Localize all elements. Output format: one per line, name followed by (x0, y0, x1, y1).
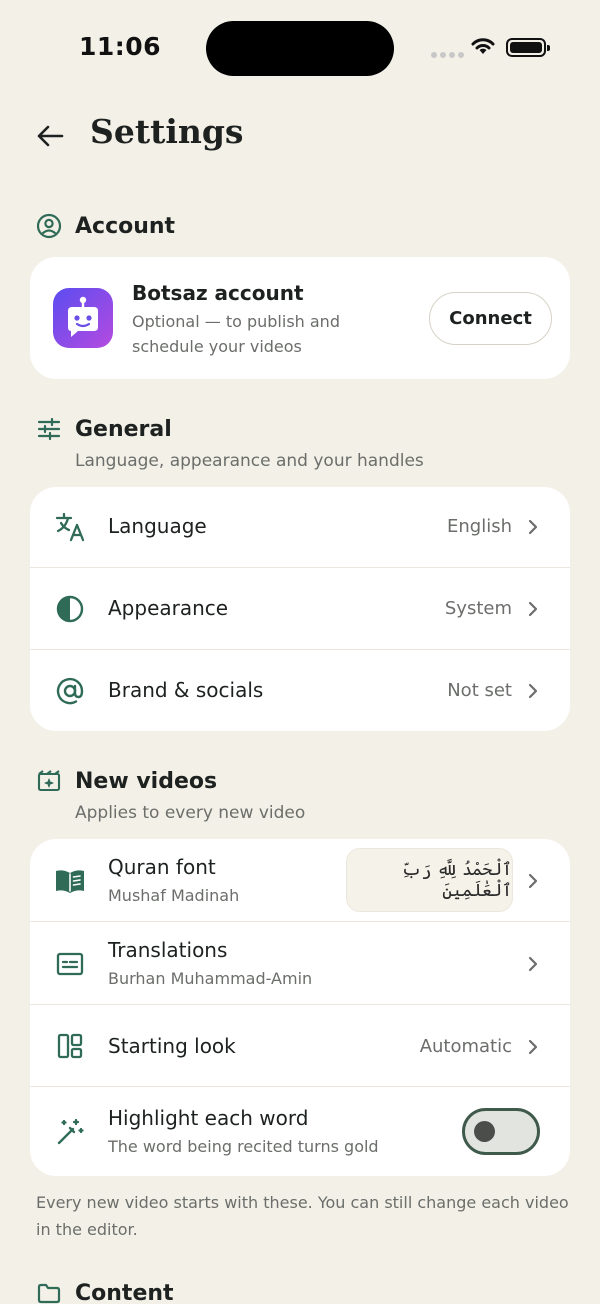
section-subtitle: Language, appearance and your handles (75, 451, 424, 471)
robot-avatar-icon (53, 288, 113, 348)
arrow-left-icon (37, 125, 64, 147)
contrast-icon (54, 593, 86, 625)
row-label: Quran font (108, 855, 216, 879)
quran-font-row[interactable]: Quran font Mushaf Madinah ٱلْحَمْدُ لِلَ… (30, 839, 570, 922)
connect-button[interactable]: Connect (429, 292, 552, 345)
row-label: Language (108, 514, 207, 538)
section-content: Content (36, 1280, 174, 1304)
back-button[interactable] (30, 116, 70, 156)
general-card: Language English Appearance System Brand… (30, 487, 570, 731)
section-title: Content (75, 1280, 174, 1304)
section-new-videos: New videos (36, 768, 217, 794)
page-title: Settings (90, 112, 244, 151)
signal-icon (431, 52, 464, 58)
sliders-icon (36, 416, 62, 442)
account-card: Botsaz account Optional — to publish and… (30, 257, 570, 379)
open-book-icon (54, 865, 86, 897)
chevron-right-icon (526, 681, 540, 701)
chevron-right-icon (526, 517, 540, 537)
row-label: Appearance (108, 596, 229, 620)
subtitles-icon (54, 948, 86, 980)
video-sparkle-icon (36, 768, 62, 794)
section-subtitle: Applies to every new video (75, 803, 306, 823)
layout-icon (54, 1030, 86, 1062)
row-label: Highlight each word (108, 1106, 309, 1130)
user-circle-icon (36, 213, 62, 239)
account-title: Botsaz account (132, 281, 304, 305)
folder-icon (36, 1280, 62, 1304)
translations-row[interactable]: Translations Burhan Muhammad-Amin (30, 922, 570, 1005)
starting-look-row[interactable]: Starting look Automatic (30, 1005, 570, 1087)
account-subtitle: Optional — to publish and schedule your … (132, 312, 340, 356)
brand-socials-row[interactable]: Brand & socials Not set (30, 650, 570, 731)
section-title: New videos (75, 768, 218, 794)
section-title: Account (75, 213, 176, 239)
chevron-right-icon (526, 599, 540, 619)
highlight-toggle[interactable] (462, 1108, 540, 1155)
wifi-icon (470, 36, 496, 60)
section-title: General (75, 416, 172, 442)
row-label: Starting look (108, 1034, 236, 1058)
chevron-right-icon (526, 1037, 540, 1057)
row-value: Not set (447, 680, 512, 701)
section-general: General (36, 416, 172, 442)
section-account: Account (36, 213, 175, 239)
row-sublabel: Mushaf Madinah (108, 886, 240, 905)
battery-icon (506, 38, 550, 57)
row-value: System (444, 598, 512, 619)
row-sublabel: Burhan Muhammad-Amin (108, 969, 313, 988)
row-value: Automatic (419, 1036, 512, 1057)
status-bar: 11:06 (0, 0, 600, 96)
chevron-right-icon (526, 954, 540, 974)
row-label: Brand & socials (108, 678, 264, 702)
status-time: 11:06 (79, 32, 162, 61)
chevron-right-icon (526, 871, 540, 891)
toggle-knob (474, 1121, 495, 1142)
row-value: English (447, 516, 512, 537)
dynamic-island (206, 21, 394, 76)
magic-wand-icon (54, 1116, 86, 1148)
row-sublabel: The word being recited turns gold (108, 1137, 379, 1156)
appearance-row[interactable]: Appearance System (30, 568, 570, 650)
row-label: Translations (108, 938, 228, 962)
translate-icon (54, 511, 86, 543)
quran-font-preview: ٱلْحَمْدُ لِلَّهِ رَبِّ ٱلْعَٰلَمِينَ (346, 848, 513, 912)
footnote: Every new video starts with these. You c… (36, 1193, 569, 1239)
highlight-row[interactable]: Highlight each word The word being recit… (30, 1087, 570, 1176)
at-sign-icon (54, 675, 86, 707)
new-videos-card: Quran font Mushaf Madinah ٱلْحَمْدُ لِلَ… (30, 839, 570, 1176)
language-row[interactable]: Language English (30, 487, 570, 568)
